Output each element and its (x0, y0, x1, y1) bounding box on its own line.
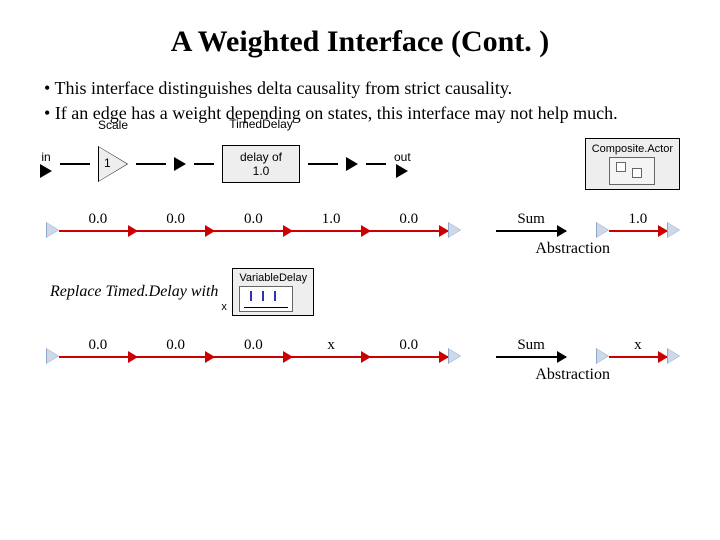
edge-arrow (214, 356, 292, 358)
slide-title: A Weighted Interface (Cont. ) (40, 25, 680, 59)
arrow-icon (346, 157, 358, 171)
end-triangle-icon (667, 222, 680, 238)
start-triangle-icon (46, 348, 59, 364)
edge-arrow (609, 356, 667, 358)
composite-label: Composite.Actor (592, 143, 673, 155)
wire (60, 163, 90, 165)
weight-value: 0.0 (88, 337, 107, 354)
x-label: x (221, 301, 227, 313)
edge-arrow (59, 230, 137, 232)
wire (308, 163, 338, 165)
bullet-list: This interface distinguishes delta causa… (44, 77, 680, 124)
replace-text: Replace Timed.Delay with (50, 283, 218, 301)
composite-icon (609, 157, 655, 185)
weight-value: 0.0 (88, 211, 107, 228)
edge-arrow (609, 230, 667, 232)
weight-value: 0.0 (166, 211, 185, 228)
replace-row: Replace Timed.Delay with VariableDelay x (50, 268, 680, 316)
delay-label: TimedDelay (229, 117, 293, 131)
sum-arrow (496, 356, 566, 358)
start-triangle-icon (596, 348, 609, 364)
bullet-item: If an edge has a weight depending on sta… (44, 102, 680, 125)
edge-arrow (370, 356, 448, 358)
scale-value: 1 (104, 156, 111, 170)
in-port-icon (40, 164, 52, 178)
in-label: in (41, 150, 50, 164)
weight-value: x (327, 337, 335, 354)
wire (136, 163, 166, 165)
weights-row-2: 0.0 0.0 0.0 x 0.0 Sum x (46, 330, 680, 364)
weight-value: 0.0 (399, 337, 418, 354)
start-triangle-icon (596, 222, 609, 238)
variable-delay-label: VariableDelay (239, 272, 307, 284)
end-triangle-icon (448, 222, 461, 238)
end-triangle-icon (448, 348, 461, 364)
block-diagram: in Scale 1 TimedDelay delay of 1.0 out C… (40, 138, 680, 190)
out-port-icon (396, 164, 408, 178)
out-label: out (394, 150, 411, 164)
weight-value: 0.0 (399, 211, 418, 228)
weight-value: 0.0 (166, 337, 185, 354)
end-triangle-icon (667, 348, 680, 364)
triangle-icon (98, 146, 128, 182)
variable-delay-icon (239, 286, 293, 312)
edge-arrow (292, 356, 370, 358)
weight-value: 0.0 (244, 337, 263, 354)
weight-value: 0.0 (244, 211, 263, 228)
edge-arrow (137, 230, 215, 232)
scale-block: 1 (98, 146, 128, 182)
scale-label: Scale (98, 118, 128, 132)
sum-arrow (496, 230, 566, 232)
sum-label: Sum (517, 211, 545, 228)
variable-delay-block: VariableDelay x (232, 268, 314, 316)
weight-value: 1.0 (322, 211, 341, 228)
weights-row-1: 0.0 0.0 0.0 1.0 0.0 Sum 1.0 (46, 204, 680, 238)
bullet-item: This interface distinguishes delta causa… (44, 77, 680, 100)
wire (366, 163, 386, 165)
start-triangle-icon (46, 222, 59, 238)
composite-actor-block: Composite.Actor (585, 138, 680, 190)
delay-value: 1.0 (231, 164, 291, 178)
sum-value: x (634, 337, 642, 354)
edge-arrow (59, 356, 137, 358)
delay-block: delay of 1.0 (222, 145, 300, 183)
edge-arrow (214, 230, 292, 232)
sum-label: Sum (517, 337, 545, 354)
delay-text: delay of (231, 150, 291, 164)
abstraction-label: Abstraction (40, 366, 610, 384)
arrow-icon (174, 157, 186, 171)
edge-arrow (292, 230, 370, 232)
wire (194, 163, 214, 165)
edge-arrow (137, 356, 215, 358)
edge-arrow (370, 230, 448, 232)
abstraction-label: Abstraction (40, 240, 610, 258)
sum-value: 1.0 (628, 211, 647, 228)
